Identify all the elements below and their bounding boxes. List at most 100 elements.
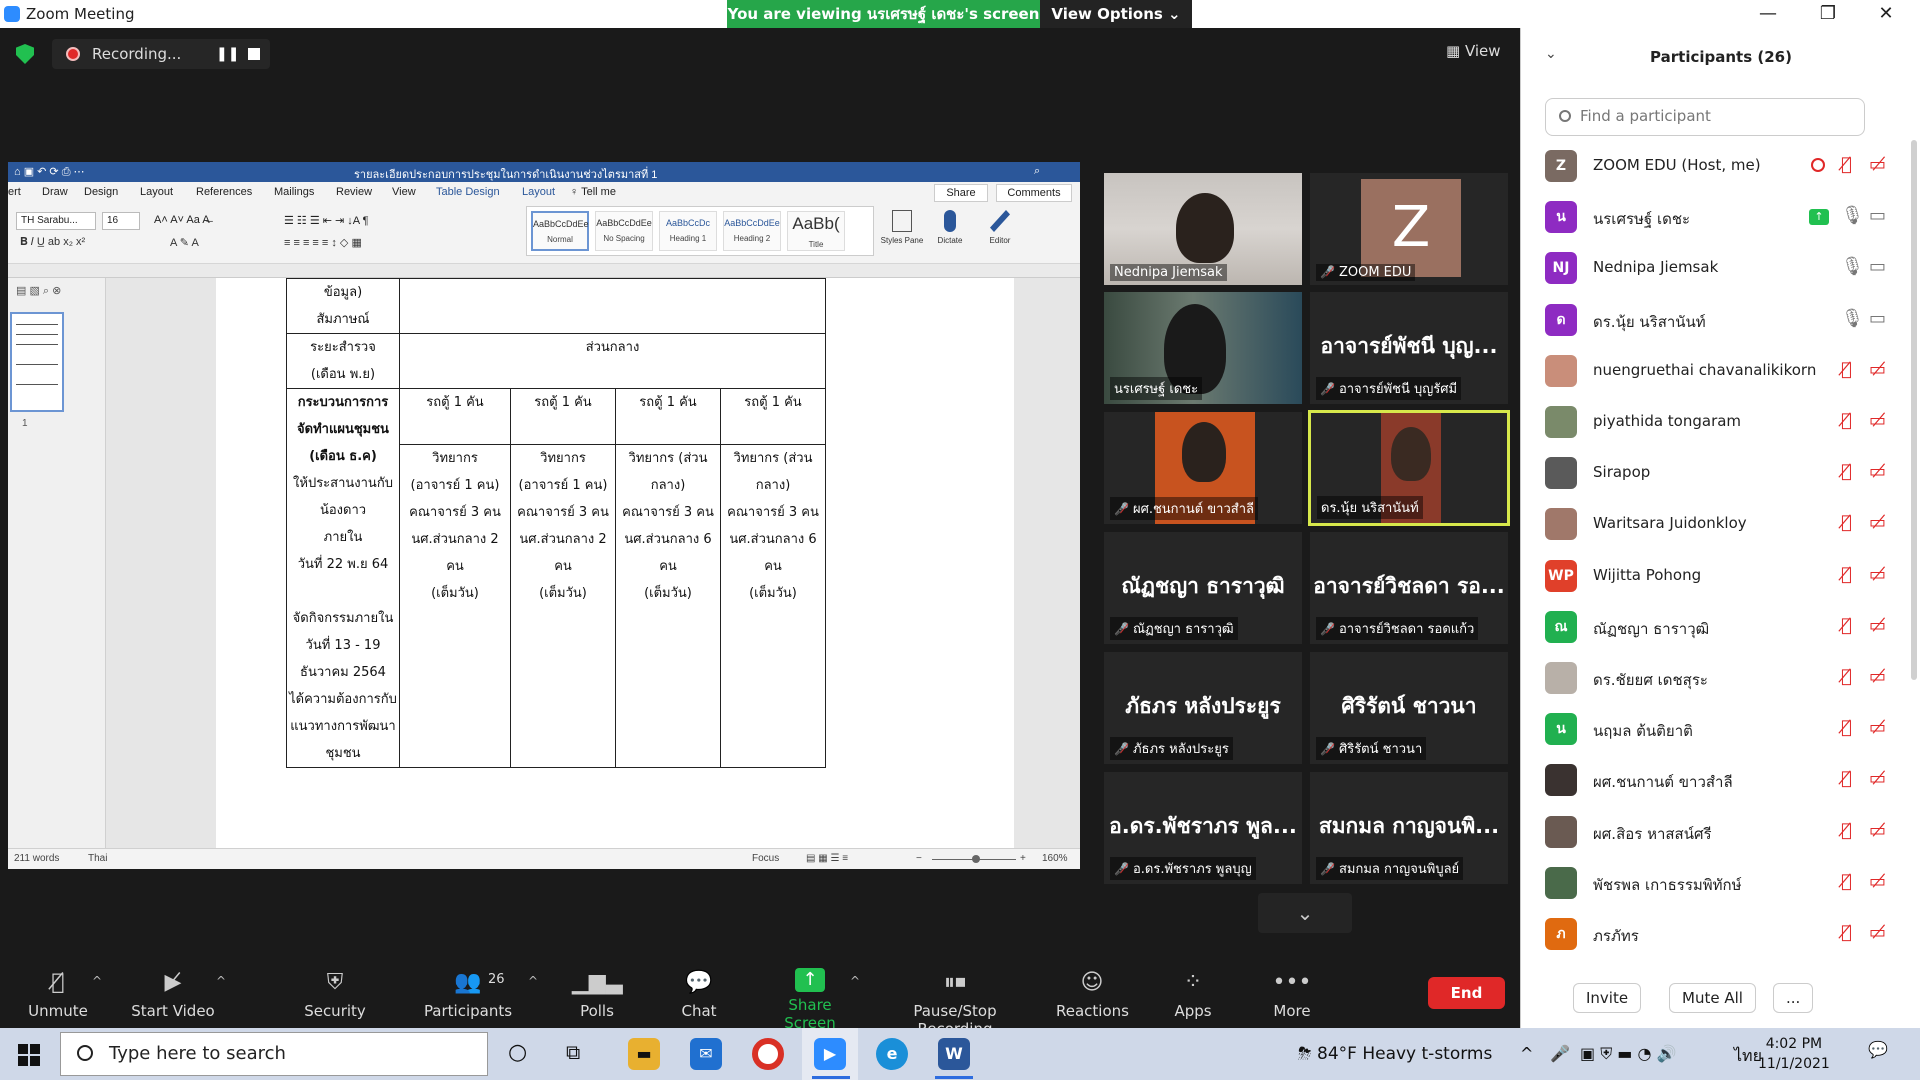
microphone-tray-icon[interactable]: 🎤 — [1550, 1044, 1570, 1063]
participant-row[interactable]: ด ดร.นุ้ย นริสานันท์ 🎙 ▭ — [1521, 298, 1911, 349]
tab-mailings[interactable]: Mailings — [274, 186, 314, 198]
table-cell[interactable]: วิทยากร (อาจารย์ 1 คน) คณาจารย์ 3 คน นศ.… — [510, 443, 616, 769]
video-tile[interactable]: ศิริรัตน์ ชาวนา 🎤̸ ศิริรัตน์ ชาวนา — [1310, 652, 1508, 764]
mic-muted-icon[interactable]: 🎙̸ — [1841, 871, 1852, 892]
pause-recording-icon[interactable]: ❚❚ — [216, 46, 239, 62]
tab-review[interactable]: Review — [336, 186, 372, 198]
video-options-caret-icon[interactable]: ^ — [216, 974, 226, 988]
mic-muted-icon[interactable]: 🎙̸ — [1841, 564, 1852, 585]
tab-table-layout[interactable]: Layout — [522, 186, 555, 198]
participant-search-input[interactable]: Find a participant — [1545, 98, 1865, 136]
video-off-icon[interactable]: ▭̸ — [1869, 410, 1886, 431]
zoom-slider-knob[interactable] — [972, 855, 980, 863]
video-tile[interactable]: นรเศรษฐ์ เดชะ — [1104, 292, 1302, 404]
video-camera-icon[interactable]: ▭ — [1869, 256, 1886, 277]
apps-button[interactable]: ⁘ Apps — [1170, 968, 1216, 1020]
word-comments-button[interactable]: Comments — [996, 184, 1072, 202]
participant-row[interactable]: ผศ.สิอร หาสสน์ศรี 🎙̸ ▭̸ — [1521, 810, 1911, 861]
participant-row[interactable]: น นฤมล ต้นติยาติ 🎙̸ ▭̸ — [1521, 707, 1911, 758]
participant-row[interactable]: NJ Nednipa Jiemsak 🎙 ▭ — [1521, 246, 1911, 297]
video-tile[interactable]: อ.ดร.พัชราภร พูล... 🎤̸ อ.ดร.พัชราภร พูลบุ… — [1104, 772, 1302, 884]
mic-muted-icon[interactable]: 🎙̸ — [1841, 615, 1852, 636]
editor-button[interactable]: Editor — [978, 210, 1022, 245]
video-off-icon[interactable]: ▭̸ — [1869, 359, 1886, 380]
restore-button[interactable]: ❐ — [1800, 0, 1856, 28]
tab-insert[interactable]: ert — [8, 186, 21, 198]
microphone-icon[interactable]: 🎙 — [1841, 308, 1864, 329]
video-off-icon[interactable]: ▭̸ — [1869, 564, 1886, 585]
mic-muted-icon[interactable]: 🎙̸ — [1841, 820, 1852, 841]
table-cell[interactable]: ระยะสำรวจ (เดือน พ.ย) — [286, 333, 400, 389]
style-normal[interactable]: AaBbCcDdEe Normal — [531, 211, 589, 251]
video-tile[interactable]: อาจารย์วิชลดา รอ... 🎤̸ อาจารย์วิชลดา รอดแ… — [1310, 532, 1508, 644]
video-off-icon[interactable]: ▭̸ — [1869, 461, 1886, 482]
microphone-icon[interactable]: 🎙 — [1841, 205, 1864, 226]
participant-row[interactable]: Waritsara Juidonkloy 🎙̸ ▭̸ — [1521, 502, 1911, 553]
notification-center-icon[interactable]: 💬 — [1868, 1040, 1888, 1059]
table-cell[interactable]: วิทยากร (ส่วนกลาง) คณาจารย์ 3 คน นศ.ส่วน… — [615, 443, 721, 769]
zoom-level[interactable]: 160% — [1042, 853, 1068, 864]
video-off-icon[interactable]: ▭̸ — [1869, 615, 1886, 636]
font-color-buttons[interactable]: A ✎ A — [170, 236, 199, 249]
mic-muted-icon[interactable]: 🎙̸ — [1841, 666, 1852, 687]
mic-muted-icon[interactable]: 🎙̸ — [1841, 768, 1852, 789]
mic-muted-icon[interactable]: 🎙̸ — [1841, 410, 1852, 431]
alignment-buttons[interactable]: ≡ ≡ ≡ ≡ ≡ ↕ ◇ ▦ — [284, 236, 362, 249]
font-name-box[interactable]: TH Sarabu... — [16, 212, 96, 230]
participant-row[interactable]: พัชรพล เกาธรรมพิทักษ์ 🎙̸ ▭̸ — [1521, 861, 1911, 912]
video-tile[interactable]: Nednipa Jiemsak — [1104, 173, 1302, 285]
video-tile[interactable]: 🎤̸ ผศ.ชนกานต์ ขาวสำลี — [1104, 412, 1302, 524]
mute-all-button[interactable]: Mute All — [1669, 983, 1756, 1013]
more-button[interactable]: ••• More — [1268, 968, 1316, 1020]
video-tile-active-speaker[interactable]: ดร.นุ้ย นริสานันท์ — [1308, 410, 1510, 526]
table-cell[interactable]: รถตู้ 1 คัน — [399, 388, 511, 445]
participant-row[interactable]: piyathida tongaram 🎙̸ ▭̸ — [1521, 400, 1911, 451]
mic-muted-icon[interactable]: 🎙̸ — [1841, 154, 1852, 175]
page-thumbnail[interactable] — [10, 312, 64, 412]
participant-row[interactable]: ณ ณัฏชญา ธาราวุฒิ 🎙̸ ▭̸ — [1521, 605, 1911, 656]
unmute-button[interactable]: 🎙̸ Unmute — [26, 968, 90, 1020]
audio-options-caret-icon[interactable]: ^ — [92, 974, 102, 988]
video-tile[interactable]: Z 🎤̸ ZOOM EDU — [1310, 173, 1508, 285]
participant-row[interactable]: WP Wijitta Pohong 🎙̸ ▭̸ — [1521, 554, 1911, 605]
polls-button[interactable]: ▁▆▃ Polls — [572, 968, 623, 1020]
video-off-icon[interactable]: ▭̸ — [1869, 717, 1886, 738]
close-button[interactable]: ✕ — [1858, 0, 1914, 28]
start-video-button[interactable]: ▶̸ Start Video — [130, 968, 216, 1020]
tab-draw[interactable]: Draw — [42, 186, 68, 198]
security-button[interactable]: ⛨ Security — [300, 968, 370, 1020]
invite-button[interactable]: Invite — [1573, 983, 1642, 1013]
table-cell[interactable]: กระบวนการการ จัดทำแผนชุมชน (เดือน ธ.ค) ใ… — [286, 388, 400, 768]
format-buttons[interactable]: 𝐁 𝐼 U̲ ab x₂ x² — [20, 236, 85, 249]
table-cell[interactable]: รถตู้ 1 คัน — [615, 388, 721, 445]
style-title[interactable]: AaBb( Title — [787, 211, 845, 251]
video-tile[interactable]: ภัธภร หลังประยูร 🎤̸ ภัธภร หลังประยูร — [1104, 652, 1302, 764]
table-cell[interactable]: วิทยากร (ส่วนกลาง) คณาจารย์ 3 คน นศ.ส่วน… — [720, 443, 826, 769]
style-no-spacing[interactable]: AaBbCcDdEe No Spacing — [595, 211, 653, 251]
document-page[interactable]: ข้อมูล) สัมภาษณ์ ระยะสำรวจ (เดือน พ.ย) ส… — [216, 278, 1014, 848]
video-off-icon[interactable]: ▭̸ — [1869, 666, 1886, 687]
tab-design[interactable]: Design — [84, 186, 118, 198]
style-heading-2[interactable]: AaBbCcDdEe Heading 2 — [723, 211, 781, 251]
table-cell[interactable]: ข้อมูล) สัมภาษณ์ — [286, 278, 400, 334]
cortana-icon[interactable]: ○ — [508, 1040, 527, 1065]
video-tile[interactable]: สมกมล กาญจนพิ... 🎤̸ สมกมล กาญจนพิบูลย์ — [1310, 772, 1508, 884]
participant-row[interactable]: น นรเศรษฐ์ เดชะ ↑ 🎙 ▭ — [1521, 195, 1911, 246]
participant-row[interactable]: ผศ.ชนกานต์ ขาวสำลี 🎙̸ ▭̸ — [1521, 758, 1911, 809]
tab-layout[interactable]: Layout — [140, 186, 173, 198]
font-size-buttons[interactable]: A˄ A˅ Aa A̶ — [154, 214, 210, 226]
reactions-button[interactable]: ☺ Reactions — [1056, 968, 1129, 1020]
styles-pane-button[interactable]: Styles Pane — [880, 210, 924, 245]
video-off-icon[interactable]: ▭̸ — [1869, 871, 1886, 892]
zoom-out-icon[interactable]: − — [916, 853, 922, 864]
view-button[interactable]: ▦ View — [1446, 42, 1501, 60]
end-meeting-button[interactable]: End — [1428, 977, 1505, 1009]
font-size-box[interactable]: 16 — [102, 212, 140, 230]
zoom-in-icon[interactable]: + — [1020, 853, 1026, 864]
tell-me[interactable]: ♀ Tell me — [570, 186, 616, 198]
weather-widget[interactable]: ⛈ 84°F Heavy t-storms — [1298, 1044, 1492, 1064]
focus-mode[interactable]: Focus — [752, 853, 779, 864]
windows-start-icon[interactable] — [18, 1044, 40, 1066]
table-cell[interactable]: ส่วนกลาง — [399, 333, 826, 389]
taskbar-clock[interactable]: 4:02 PM 11/1/2021 — [1758, 1034, 1830, 1074]
